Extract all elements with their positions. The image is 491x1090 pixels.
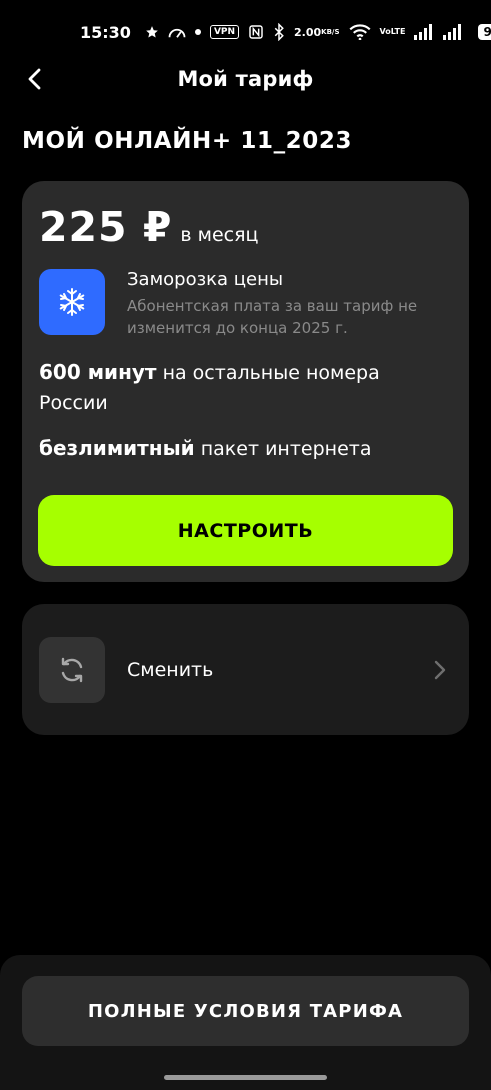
plan-name: МОЙ ОНЛАЙН+ 11_2023 xyxy=(22,128,353,154)
price-period: в месяц xyxy=(180,224,259,246)
minutes-amount: 600 минут xyxy=(39,360,157,384)
internet-feature: безлимитный пакет интернета xyxy=(39,433,449,464)
speedometer-icon xyxy=(168,25,186,39)
price-freeze-text: Заморозка цены Абонентская плата за ваш … xyxy=(127,269,447,339)
price-freeze-title: Заморозка цены xyxy=(127,269,284,290)
change-tariff-button[interactable]: Сменить xyxy=(22,604,469,735)
change-tariff-label: Сменить xyxy=(127,658,214,681)
setup-button[interactable]: НАСТРОИТЬ xyxy=(38,495,453,566)
network-speed: 2.00 KB/S xyxy=(294,25,340,39)
full-terms-button[interactable]: ПОЛНЫЕ УСЛОВИЯ ТАРИФА xyxy=(22,976,469,1046)
page-title: Мой тариф xyxy=(177,67,314,91)
chevron-left-icon xyxy=(28,68,41,90)
price-freeze-row: Заморозка цены Абонентская плата за ваш … xyxy=(39,269,447,339)
battery-indicator: 92 xyxy=(478,24,491,40)
notification-dot-icon xyxy=(194,29,201,35)
signal-icon xyxy=(414,24,434,40)
tariff-screen: 15:30 VPN 2.00 KB/S Vo LTE 9 Мой тариф М… xyxy=(0,0,491,1090)
nfc-icon xyxy=(248,24,264,40)
chevron-right-icon xyxy=(428,658,452,682)
status-time: 15:30 xyxy=(80,22,131,42)
price-row: 225 ₽ в месяц xyxy=(39,203,258,251)
minutes-feature: 600 минут на остальные номера России xyxy=(39,357,449,418)
volte-badge: Vo LTE xyxy=(379,27,406,36)
wifi-icon xyxy=(349,24,371,40)
snowflake-icon xyxy=(39,269,105,335)
refresh-icon xyxy=(39,636,105,703)
vpn-badge: VPN xyxy=(209,25,240,39)
back-button[interactable] xyxy=(18,62,52,96)
internet-description: пакет интернета xyxy=(200,438,372,460)
internet-amount: безлимитный xyxy=(39,436,195,460)
plan-card: 225 ₽ в месяц Заморозка цены Абонентская… xyxy=(22,181,469,582)
bluetooth-icon xyxy=(273,23,285,41)
bottom-panel: ПОЛНЫЕ УСЛОВИЯ ТАРИФА xyxy=(0,955,491,1090)
status-bar: 15:30 VPN 2.00 KB/S Vo LTE 9 xyxy=(0,0,491,64)
app-header: Мой тариф xyxy=(0,56,491,102)
price-value: 225 ₽ xyxy=(39,203,173,251)
home-indicator[interactable] xyxy=(164,1075,327,1080)
signal-icon-2 xyxy=(443,24,463,40)
price-freeze-description: Абонентская плата за ваш тариф не измени… xyxy=(127,297,418,337)
star-icon xyxy=(145,25,159,39)
